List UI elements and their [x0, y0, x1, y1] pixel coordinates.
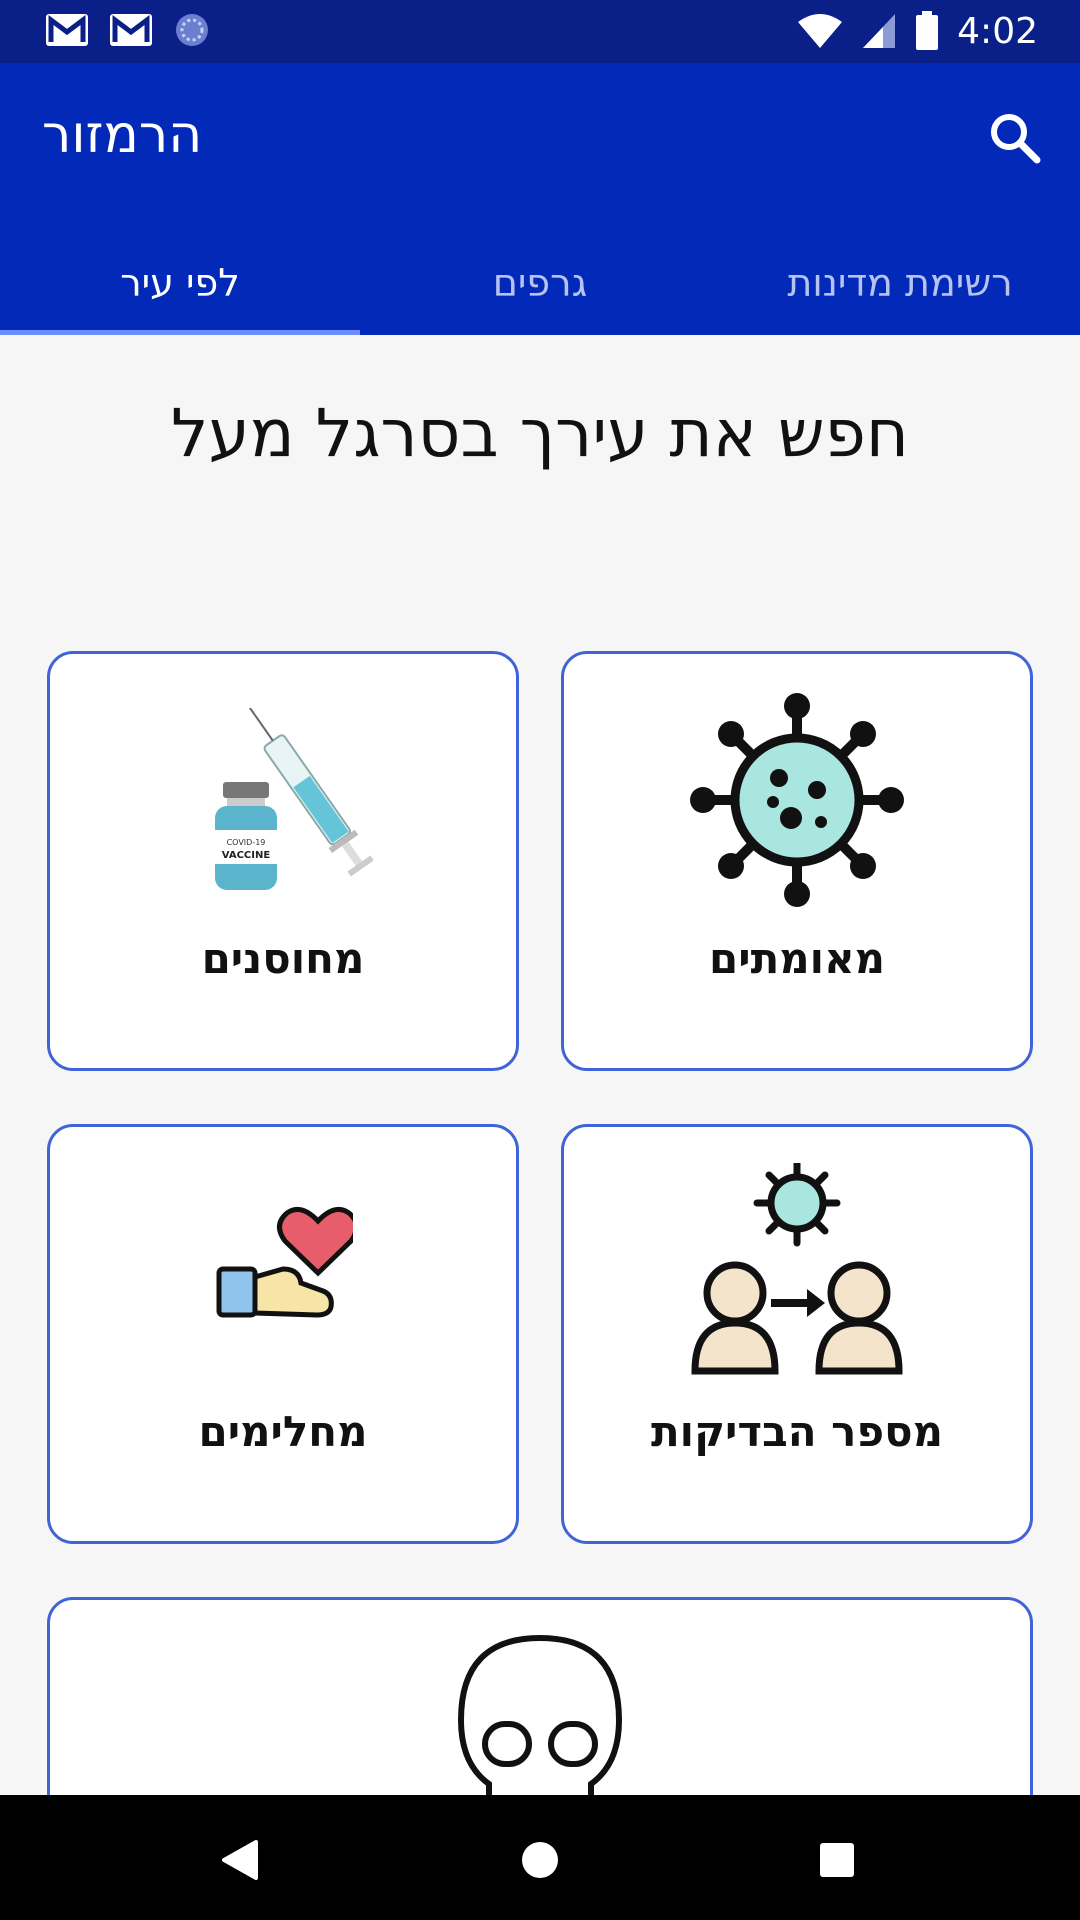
home-icon — [522, 1842, 558, 1878]
system-icons: 4:02 — [797, 6, 1038, 56]
vaccine-icon: COVID-19 VACCINE — [215, 708, 373, 890]
page-headline: חפש את עירך בסרגל מעל — [171, 395, 909, 472]
notification-icons — [44, 10, 212, 50]
card-recovered[interactable]: מחלימים — [47, 1124, 519, 1544]
status-bar: 4:02 — [0, 0, 1080, 63]
card-confirmed[interactable]: מאומתים — [561, 651, 1033, 1071]
tab-label: רשימת מדינות — [787, 260, 1013, 305]
tab-by-city[interactable]: לפי עיר — [0, 230, 360, 335]
tab-label: לפי עיר — [120, 260, 240, 305]
card-label: מחוסנים — [201, 934, 365, 983]
virus-icon — [690, 693, 904, 907]
back-icon — [222, 1840, 258, 1880]
card-tests[interactable]: מספר הבדיקות — [561, 1124, 1033, 1544]
search-button[interactable] — [980, 103, 1050, 173]
clock: 4:02 — [957, 10, 1038, 52]
gmail-icon — [46, 14, 88, 46]
card-label: מאומתים — [708, 934, 886, 983]
system-nav-bar — [0, 1795, 1080, 1920]
tab-label: גרפים — [492, 260, 588, 305]
heart-hand-icon — [216, 1206, 353, 1318]
card-vaccinated[interactable]: COVID-19 VACCINE מחוסנים — [47, 651, 519, 1071]
svg-text:COVID-19: COVID-19 — [227, 838, 266, 847]
tab-countries-list[interactable]: רשימת מדינות — [720, 230, 1080, 335]
svg-text:VACCINE: VACCINE — [222, 850, 271, 861]
tab-bar: לפי עיר גרפים רשימת מדינות — [0, 230, 1080, 335]
home-button[interactable] — [505, 1825, 575, 1895]
app-title: הרמזור — [42, 105, 203, 165]
back-button[interactable] — [205, 1825, 275, 1895]
card-label: מחלימים — [198, 1407, 368, 1456]
transmission-icon — [691, 1163, 903, 1375]
gmail-icon — [110, 14, 152, 46]
card-label: מספר הבדיקות — [650, 1407, 944, 1456]
tab-graphs[interactable]: גרפים — [360, 230, 720, 335]
cell-signal-icon — [863, 14, 896, 48]
wifi-icon — [798, 14, 843, 48]
sync-icon — [176, 14, 208, 46]
recents-icon — [820, 1843, 854, 1877]
battery-icon — [916, 11, 939, 50]
app-bar: הרמזור לפי עיר גרפים רשימת מדינות — [0, 63, 1080, 335]
recents-button[interactable] — [802, 1825, 872, 1895]
search-icon — [991, 114, 1041, 164]
